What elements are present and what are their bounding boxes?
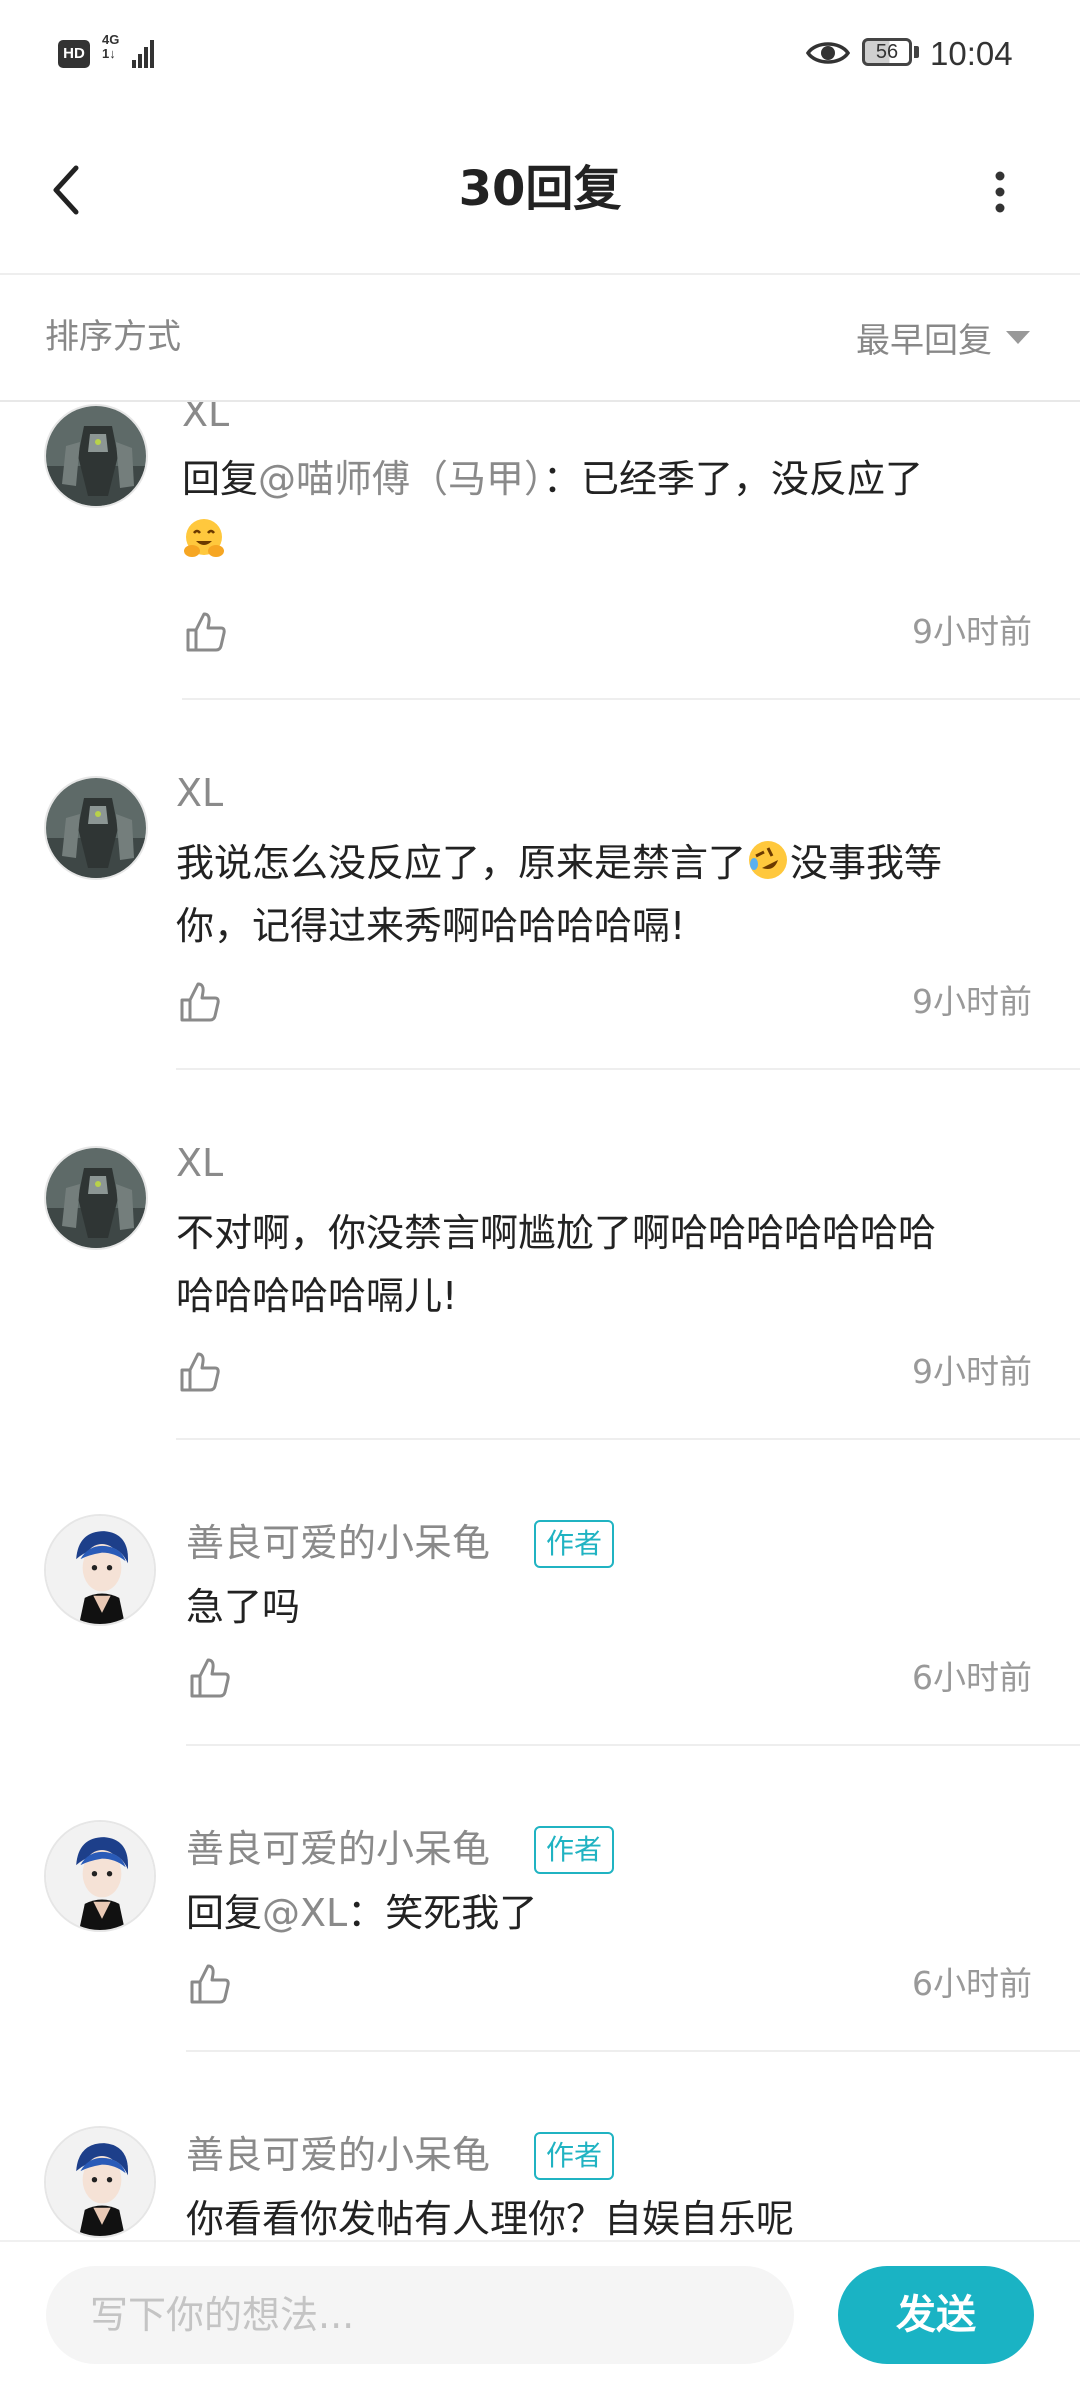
send-button[interactable]: 发送 — [838, 2266, 1034, 2364]
reply-username[interactable]: XL — [182, 402, 229, 438]
reply-item: 善良可爱的小呆龟 作者 回复@XL：笑死我了 6小时前 — [0, 1748, 1080, 2054]
reply-username[interactable]: XL — [176, 1138, 223, 1188]
divider — [176, 1068, 1080, 1070]
clock: 10:04 — [930, 35, 1013, 72]
reply-username[interactable]: XL — [176, 768, 223, 818]
reply-username[interactable]: 善良可爱的小呆龟 — [186, 2130, 490, 2180]
battery-tip — [914, 46, 919, 58]
divider — [186, 2050, 1080, 2052]
reply-prefix: 回复 — [186, 1891, 263, 1935]
reply-prefix: 回复 — [182, 457, 259, 501]
author-badge: 作者 — [534, 1520, 615, 1568]
avatar[interactable] — [44, 776, 148, 880]
reply-content: 不对啊，你没禁言啊尴尬了啊哈哈哈哈哈哈哈 哈哈哈哈哈嗝儿! — [176, 1202, 1036, 1328]
anime-avatar-image — [46, 2128, 154, 2236]
thumbs-up-icon — [190, 1964, 230, 2004]
avatar[interactable] — [44, 2126, 156, 2238]
reply-content: 急了吗 — [186, 1585, 301, 1629]
reply-item: XL 我说怎么没反应了，原来是禁言了 没事我等 你，记得过来秀啊哈哈哈哈嗝! 9… — [0, 702, 1080, 1072]
reply-content: 回复@喵师傅（马甲）：已经季了，没反应了 — [182, 448, 1042, 574]
anime-avatar-image — [46, 1822, 154, 1930]
avatar[interactable] — [44, 1514, 156, 1626]
reply-text-segment: 你，记得过来秀啊哈哈哈哈嗝! — [176, 904, 686, 948]
sort-dropdown[interactable]: 最早回复 — [856, 313, 1030, 361]
reply-username[interactable]: 善良可爱的小呆龟 — [186, 1518, 490, 1568]
thumbs-up-icon — [180, 1352, 220, 1392]
thumbs-up-icon — [190, 1658, 230, 1698]
divider — [186, 1744, 1080, 1746]
mecha-avatar-image — [46, 406, 146, 506]
comment-input[interactable] — [46, 2266, 794, 2364]
thumbs-up-icon — [180, 982, 220, 1022]
thumbs-up-icon — [186, 612, 226, 652]
reply-text-segment: 没事我等 — [790, 841, 943, 885]
divider — [182, 698, 1080, 700]
mecha-avatar-image — [46, 1148, 146, 1248]
author-badge: 作者 — [534, 2132, 615, 2180]
avatar[interactable] — [44, 1820, 156, 1932]
reply-item: 善良可爱的小呆龟 作者 你看看你发帖有人理你？自娱自乐呢 — [0, 2054, 1080, 2240]
mention-link[interactable]: @喵师傅（马甲） — [258, 457, 543, 501]
reply-item: 善良可爱的小呆龟 作者 急了吗 6小时前 — [0, 1442, 1080, 1748]
reply-item: XL 不对啊，你没禁言啊尴尬了啊哈哈哈哈哈哈哈 哈哈哈哈哈嗝儿! 9小时前 — [0, 1072, 1080, 1442]
network-label: 4G — [102, 32, 120, 47]
eye-icon — [806, 42, 850, 64]
sort-label: 排序方式 — [45, 317, 181, 357]
status-bar: HD 4G 1↓ 56 10:04 — [0, 0, 1080, 105]
page-title: 30回复 — [458, 161, 622, 217]
like-button[interactable] — [186, 1960, 234, 2008]
sort-selected-value: 最早回复 — [856, 320, 992, 361]
reply-timestamp: 9小时前 — [912, 1352, 1032, 1391]
reply-content: 我说怎么没反应了，原来是禁言了 没事我等 你，记得过来秀啊哈哈哈哈嗝! — [176, 832, 1036, 958]
reply-text-segment: 不对啊，你没禁言啊尴尬了啊哈哈哈哈哈哈哈 — [176, 1211, 937, 1255]
reply-timestamp: 6小时前 — [912, 1658, 1032, 1697]
reply-timestamp: 6小时前 — [912, 1964, 1032, 2003]
reply-list[interactable]: XL 回复@喵师傅（马甲）：已经季了，没反应了 9小时前 XL 我说怎么没反应了… — [0, 402, 1080, 2240]
avatar[interactable] — [44, 1146, 148, 1250]
reply-content: 你看看你发帖有人理你？自娱自乐呢 — [186, 2197, 795, 2240]
author-badge: 作者 — [534, 1826, 615, 1874]
reply-timestamp: 9小时前 — [912, 982, 1032, 1021]
reply-text-segment: 我说怎么没反应了，原来是禁言了 — [176, 841, 747, 885]
like-button[interactable] — [176, 978, 224, 1026]
signal-icon — [132, 40, 154, 68]
battery-icon: 56 — [862, 38, 912, 66]
reply-username[interactable]: 善良可爱的小呆龟 — [186, 1824, 490, 1874]
reply-text-segment: 哈哈哈哈哈嗝儿! — [176, 1274, 458, 1318]
reply-text-segment: ：笑死我了 — [347, 1891, 538, 1935]
hugging-face-emoji-icon — [184, 519, 224, 557]
hd-indicator: HD — [58, 40, 90, 68]
reply-timestamp: 9小时前 — [912, 612, 1032, 651]
reply-text-segment: ：已经季了，没反应了 — [543, 457, 924, 501]
comment-input-bar: 发送 — [0, 2240, 1080, 2388]
caret-down-icon — [1006, 330, 1030, 344]
top-app-bar: 30回复 — [0, 105, 1080, 275]
like-button[interactable] — [186, 1654, 234, 1702]
reply-content: 回复@XL：笑死我了 — [186, 1882, 1046, 1945]
network-activity: 1↓ — [102, 46, 116, 61]
more-vertical-icon — [995, 171, 1005, 213]
divider — [176, 1438, 1080, 1440]
like-button[interactable] — [182, 608, 230, 656]
reply-item: XL 回复@喵师傅（马甲）：已经季了，没反应了 9小时前 — [0, 402, 1080, 702]
mecha-avatar-image — [46, 778, 146, 878]
more-options-button[interactable] — [970, 157, 1030, 227]
anime-avatar-image — [46, 1516, 154, 1624]
avatar[interactable] — [44, 404, 148, 508]
like-button[interactable] — [176, 1348, 224, 1396]
rolling-on-floor-laughing-emoji-icon — [749, 841, 788, 879]
network-type: 4G 1↓ — [102, 33, 119, 61]
sort-bar: 排序方式 最早回复 — [0, 275, 1080, 402]
mention-link[interactable]: @XL — [262, 1891, 347, 1935]
